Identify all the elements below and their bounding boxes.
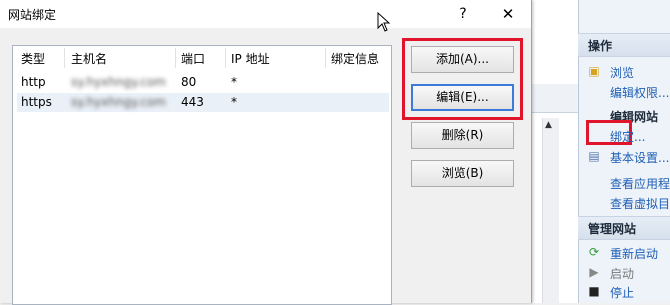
action-edit-permissions[interactable]: 编辑权限... <box>610 84 669 101</box>
dialog-titlebar[interactable]: 网站绑定 ? ✕ <box>0 0 531 28</box>
column-header-port[interactable]: 端口 <box>181 50 205 68</box>
cell-ip: * <box>231 95 237 109</box>
column-separator[interactable] <box>175 48 176 68</box>
action-view-virtual-directories[interactable]: 查看虚拟目 <box>610 195 670 212</box>
column-header-host[interactable]: 主机名 <box>71 50 107 68</box>
action-basic-settings[interactable]: 基本设置... <box>610 149 669 166</box>
cell-ip: * <box>231 75 237 89</box>
table-row[interactable]: https sy.hyxhngy.com 443 * <box>17 93 389 112</box>
action-view-applications[interactable]: 查看应用程 <box>610 175 670 192</box>
column-separator[interactable] <box>225 48 226 68</box>
mouse-cursor-icon <box>377 12 391 32</box>
help-button[interactable]: ? <box>452 3 474 25</box>
action-bindings[interactable]: 绑定... <box>610 128 645 145</box>
cell-port: 80 <box>181 75 197 89</box>
scroll-up-arrow-icon[interactable]: ▲ <box>545 120 552 130</box>
action-stop[interactable]: 停止 <box>610 284 634 301</box>
site-bindings-dialog: 网站绑定 ? ✕ 类型 主机名 端口 IP 地址 绑定信息 http sy.hy… <box>0 0 532 305</box>
column-separator[interactable] <box>325 48 326 68</box>
table-row[interactable]: http sy.hyxhngy.com 80 * <box>17 73 389 92</box>
stop-icon: ■ <box>588 284 600 298</box>
features-scrollbar[interactable] <box>542 118 559 303</box>
bindings-list[interactable]: 类型 主机名 端口 IP 地址 绑定信息 http sy.hyxhngy.com… <box>12 45 392 305</box>
action-start[interactable]: 启动 <box>610 265 634 282</box>
column-header-ip[interactable]: IP 地址 <box>231 50 270 68</box>
dialog-title: 网站绑定 <box>8 8 57 22</box>
start-icon: ▶ <box>589 265 599 279</box>
browse-icon: ▣ <box>588 64 600 78</box>
edit-button[interactable]: 编辑(E)... <box>411 84 514 111</box>
cell-type: http <box>21 75 46 89</box>
add-button[interactable]: 添加(A)... <box>411 46 514 73</box>
cell-type: https <box>21 95 52 109</box>
settings-icon: ▤ <box>588 149 600 163</box>
browse-button[interactable]: 浏览(B) <box>411 160 514 187</box>
column-separator[interactable] <box>64 48 65 68</box>
close-button[interactable]: ✕ <box>495 3 521 25</box>
column-header-info[interactable]: 绑定信息 <box>331 50 379 68</box>
cell-port: 443 <box>181 95 204 109</box>
action-restart[interactable]: 重新启动 <box>610 245 658 262</box>
manage-site-header: 管理网站 <box>578 216 670 240</box>
restart-icon: ⟳ <box>588 245 600 259</box>
actions-header: 操作 <box>578 33 670 57</box>
cell-host: sy.hyxhngy.com <box>71 95 166 109</box>
action-browse[interactable]: 浏览 <box>610 64 634 81</box>
column-header-type[interactable]: 类型 <box>21 50 45 68</box>
remove-button[interactable]: 删除(R) <box>411 122 514 149</box>
cell-host: sy.hyxhngy.com <box>71 75 166 89</box>
